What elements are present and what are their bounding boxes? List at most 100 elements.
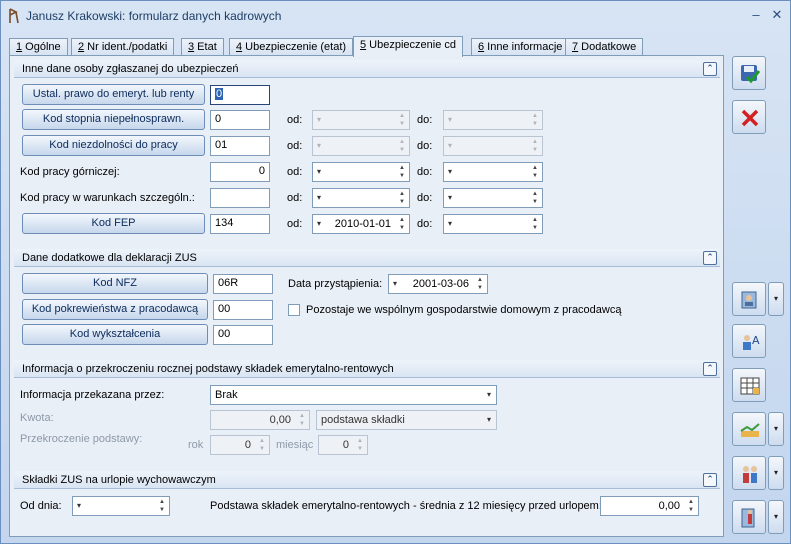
spin-icon: ▲ ▼ bbox=[399, 113, 405, 127]
emeryt-field[interactable]: 0 bbox=[210, 85, 270, 105]
gorniczej-od-date[interactable]: ▾ ▲ ▼ bbox=[312, 162, 410, 182]
kod-wyksztalcenia-button[interactable]: Kod wykształcenia bbox=[22, 324, 208, 345]
spin-icon: ▲ ▼ bbox=[477, 277, 483, 291]
collapse-icon[interactable]: ⌃ bbox=[703, 473, 717, 487]
miesiac-label: miesiąc bbox=[276, 439, 314, 451]
section-urlop-wychowawczy: Składki ZUS na urlopie wychowawczym ⌃ Od… bbox=[14, 471, 720, 531]
card-button[interactable] bbox=[732, 282, 766, 316]
warunki-do-date[interactable]: ▾ ▲ ▼ bbox=[443, 188, 543, 208]
kod-nfz-button[interactable]: Kod NFZ bbox=[22, 273, 208, 294]
cancel-button[interactable] bbox=[732, 100, 766, 134]
section-title: Inne dane osoby zgłaszanej do ubezpiecze… bbox=[22, 63, 239, 75]
rok-field[interactable]: 0 ▲ ▼ bbox=[210, 435, 270, 455]
person-text-button[interactable]: A bbox=[732, 324, 766, 358]
stopien-od-date[interactable]: ▾ ▲ ▼ bbox=[312, 110, 410, 130]
podstawa-select[interactable]: podstawa składki ▾ bbox=[316, 410, 497, 430]
tab-ogolne[interactable]: 1 Ogólne bbox=[9, 38, 68, 56]
tab-dodatkowe[interactable]: 7 Dodatkowe bbox=[565, 38, 644, 56]
chart-dropdown[interactable]: ▾ bbox=[768, 412, 784, 446]
app-icon bbox=[9, 8, 19, 24]
warunki-field[interactable] bbox=[210, 188, 270, 208]
chart-button[interactable] bbox=[732, 412, 766, 446]
tab-etat[interactable]: 3 Etat bbox=[181, 38, 224, 56]
nfz-field[interactable]: 06R bbox=[213, 274, 273, 294]
podstawa-skladek-field[interactable]: 0,00 ▲ ▼ bbox=[600, 496, 699, 516]
tab-ubezpieczenie-etat[interactable]: 4 Ubezpieczenie (etat) bbox=[229, 38, 354, 56]
kwota-value: 0,00 bbox=[269, 414, 291, 426]
stopien-do-date[interactable]: ▾ ▲ ▼ bbox=[443, 110, 543, 130]
dropdown-icon: ▾ bbox=[77, 501, 82, 510]
ustal-prawo-button[interactable]: Ustal. prawo do emeryt. lub renty bbox=[22, 84, 205, 105]
card-dropdown[interactable]: ▾ bbox=[768, 282, 784, 316]
dropdown-icon: ▾ bbox=[448, 193, 453, 202]
kod-stopnia-button[interactable]: Kod stopnia niepełnosprawn. bbox=[22, 109, 205, 130]
title-bar: Janusz Krakowski: formularz danych kadro… bbox=[1, 1, 790, 31]
close-window-button[interactable]: ✕ bbox=[769, 7, 785, 23]
informacja-przekazana-select[interactable]: Brak ▾ bbox=[210, 385, 497, 405]
collapse-icon[interactable]: ⌃ bbox=[703, 362, 717, 376]
miesiac-field[interactable]: 0 ▲ ▼ bbox=[318, 435, 368, 455]
kwota-field[interactable]: 0,00 ▲ ▼ bbox=[210, 410, 310, 430]
niezdolnosc-field[interactable]: 01 bbox=[210, 136, 270, 156]
od-dnia-date[interactable]: ▾ ▲ ▼ bbox=[72, 496, 170, 516]
spin-icon: ▲ ▼ bbox=[399, 217, 405, 231]
dropdown-icon: ▾ bbox=[448, 219, 453, 228]
spin-icon: ▲ ▼ bbox=[259, 438, 265, 452]
collapse-icon[interactable]: ⌃ bbox=[703, 62, 717, 76]
save-icon bbox=[741, 65, 761, 84]
gorniczej-do-date[interactable]: ▾ ▲ ▼ bbox=[443, 162, 543, 182]
dropdown-icon: ▾ bbox=[317, 141, 322, 150]
data-przystapienia-label: Data przystąpienia: bbox=[288, 278, 383, 290]
fep-field[interactable]: 134 bbox=[210, 214, 270, 234]
save-button[interactable] bbox=[732, 56, 766, 90]
tab-ubezpieczenie-cd[interactable]: 5 Ubezpieczenie cd bbox=[353, 36, 464, 57]
person-letter-icon: A bbox=[743, 334, 760, 350]
od-dnia-label: Od dnia: bbox=[20, 500, 62, 512]
data-przystapienia-date[interactable]: ▾ 2001-03-06 ▲ ▼ bbox=[388, 274, 488, 294]
kod-gorniczej-label: Kod pracy górniczej: bbox=[20, 166, 120, 178]
przekroczenie-label: Przekroczenie podstawy: bbox=[20, 433, 143, 445]
do-label: do: bbox=[417, 166, 433, 178]
podstawa-value: podstawa składki bbox=[321, 414, 405, 426]
dropdown-icon: ▾ bbox=[317, 115, 322, 124]
fep-do-date[interactable]: ▾ ▲ ▼ bbox=[443, 214, 543, 234]
section-title: Składki ZUS na urlopie wychowawczym bbox=[22, 474, 216, 486]
collapse-icon[interactable]: ⌃ bbox=[703, 251, 717, 265]
exit-door-icon bbox=[741, 508, 755, 528]
table-button[interactable] bbox=[732, 368, 766, 402]
pokrewienstwa-field[interactable]: 00 bbox=[213, 300, 273, 320]
wspolne-gospodarstwo-checkbox[interactable] bbox=[288, 304, 300, 316]
window-title: Janusz Krakowski: formularz danych kadro… bbox=[26, 9, 282, 23]
kwota-label: Kwota: bbox=[20, 412, 54, 424]
wyksztalcenia-field[interactable]: 00 bbox=[213, 325, 273, 345]
kod-pokrewienstwa-button[interactable]: Kod pokrewieństwa z pracodawcą bbox=[22, 299, 208, 320]
kod-niezdolnosci-button[interactable]: Kod niezdolności do pracy bbox=[22, 135, 205, 156]
spin-icon: ▲ ▼ bbox=[532, 165, 538, 179]
spin-icon: ▲ ▼ bbox=[688, 499, 694, 513]
section-dane-dodatkowe: Dane dodatkowe dla deklaracji ZUS ⌃ Kod … bbox=[14, 249, 720, 352]
door-dropdown[interactable]: ▾ bbox=[768, 500, 784, 534]
people-icon bbox=[743, 466, 757, 483]
minimize-button[interactable]: – bbox=[748, 7, 764, 22]
tab-nr-ident[interactable]: 2 Nr ident./podatki bbox=[71, 38, 175, 56]
people-dropdown[interactable]: ▾ bbox=[768, 456, 784, 490]
spin-icon: ▲ ▼ bbox=[399, 165, 405, 179]
niezdolnosc-do-date[interactable]: ▾ ▲ ▼ bbox=[443, 136, 543, 156]
do-label: do: bbox=[417, 192, 433, 204]
fep-od-date[interactable]: ▾ 2010-01-01 ▲ ▼ bbox=[312, 214, 410, 234]
warunki-od-date[interactable]: ▾ ▲ ▼ bbox=[312, 188, 410, 208]
dropdown-icon: ▾ bbox=[317, 167, 322, 176]
dropdown-icon: ▾ bbox=[317, 219, 322, 228]
podstawa-skladek-value: 0,00 bbox=[658, 500, 680, 512]
door-button[interactable] bbox=[732, 500, 766, 534]
kod-fep-button[interactable]: Kod FEP bbox=[22, 213, 205, 234]
dropdown-icon: ▾ bbox=[448, 167, 453, 176]
dropdown-icon: ▾ bbox=[486, 415, 491, 424]
people-button[interactable] bbox=[732, 456, 766, 490]
stopien-field[interactable]: 0 bbox=[210, 110, 270, 130]
od-label: od: bbox=[287, 218, 303, 230]
niezdolnosc-od-date[interactable]: ▾ ▲ ▼ bbox=[312, 136, 410, 156]
wspolne-gospodarstwo-label: Pozostaje we wspólnym gospodarstwie domo… bbox=[306, 304, 622, 316]
gorniczej-field[interactable]: 0 bbox=[210, 162, 270, 182]
tab-inne-informacje[interactable]: 6 Inne informacje bbox=[471, 38, 570, 56]
